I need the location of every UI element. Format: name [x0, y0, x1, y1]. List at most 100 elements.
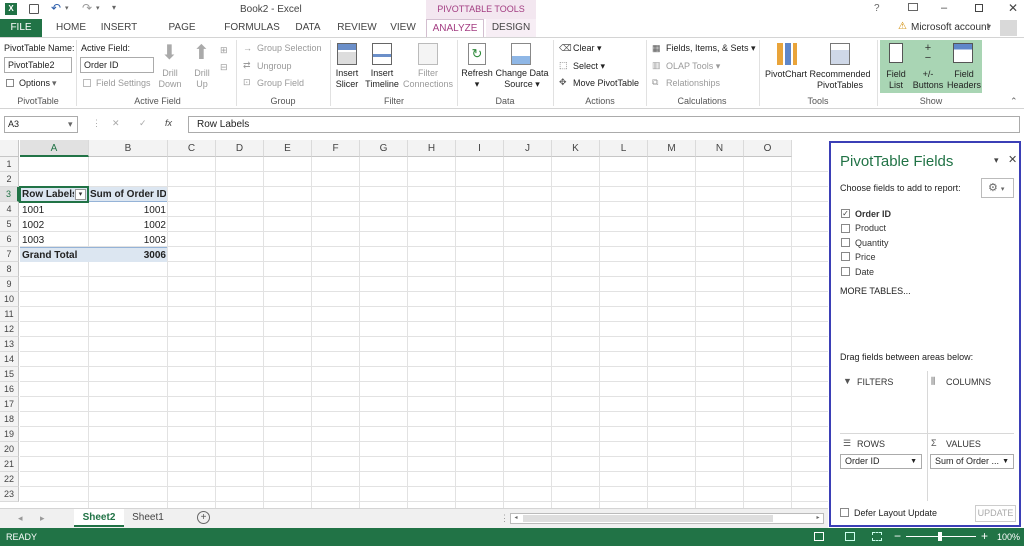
zoom-level[interactable]: 100% — [997, 532, 1020, 542]
row-header[interactable]: 3 — [0, 187, 19, 202]
more-tables-link[interactable]: MORE TABLES... — [840, 286, 911, 296]
close-icon[interactable]: ✕ — [1008, 1, 1018, 15]
help-icon[interactable]: ? — [874, 3, 880, 14]
row-header[interactable]: 17 — [0, 397, 19, 412]
select-all-corner[interactable] — [0, 140, 19, 157]
collapse-field-icon[interactable]: ⊟ — [220, 62, 228, 73]
pivot-row-label[interactable]: 1003 — [22, 233, 86, 248]
row-header[interactable]: 10 — [0, 292, 19, 307]
row-header[interactable]: 21 — [0, 457, 19, 472]
checkbox-icon[interactable] — [841, 223, 850, 233]
pivot-row-value[interactable]: 1003 — [90, 233, 166, 248]
drill-up-button[interactable]: Drill Up — [188, 68, 216, 90]
tab-page-layout[interactable]: PAGE LAYOUT — [148, 19, 216, 51]
tab-formulas[interactable]: FORMULAS — [222, 19, 282, 37]
normal-view-icon[interactable] — [814, 532, 824, 541]
row-header[interactable]: 9 — [0, 277, 19, 292]
column-header[interactable]: M — [648, 140, 696, 157]
row-header[interactable]: 18 — [0, 412, 19, 427]
panel-options-dropdown-icon[interactable]: ▾ — [994, 155, 999, 166]
cancel-icon[interactable]: ✕ — [112, 118, 120, 129]
tab-file[interactable]: FILE — [0, 19, 42, 37]
checkbox-icon[interactable] — [841, 237, 850, 247]
row-header[interactable]: 2 — [0, 172, 19, 187]
row-header[interactable]: 23 — [0, 487, 19, 502]
pivot-total-label[interactable]: Grand Total — [22, 248, 86, 263]
values-field-pill[interactable]: Sum of Order ... ▼ — [930, 454, 1014, 469]
update-button[interactable]: UPDATE — [975, 505, 1016, 522]
options-button[interactable]: Options — [19, 78, 50, 88]
row-header[interactable]: 20 — [0, 442, 19, 457]
pivot-header-row-labels[interactable]: Row Labels — [22, 187, 74, 202]
insert-function-icon[interactable]: fx — [165, 118, 172, 128]
zoom-in-icon[interactable]: + — [981, 529, 988, 543]
scroll-thumb[interactable] — [523, 515, 773, 522]
expand-field-icon[interactable]: ⊞ — [220, 45, 228, 56]
column-header[interactable]: O — [744, 140, 792, 157]
tab-data[interactable]: DATA — [290, 19, 326, 37]
scroll-right-icon[interactable]: ▸ — [813, 514, 823, 523]
change-data-source-button[interactable]: Change Data Source ▾ — [494, 68, 550, 90]
column-header[interactable]: B — [89, 140, 168, 157]
defer-layout-checkbox[interactable]: Defer Layout Update — [840, 508, 937, 518]
pivot-row-value[interactable]: 1002 — [90, 218, 166, 233]
field-item[interactable]: Product — [841, 222, 886, 235]
column-header[interactable]: J — [504, 140, 552, 157]
sheet-tab-sheet2[interactable]: Sheet2 — [74, 509, 124, 527]
undo-icon[interactable]: ↶ — [51, 1, 61, 15]
row-header[interactable]: 16 — [0, 382, 19, 397]
row-header[interactable]: 4 — [0, 202, 19, 217]
pivot-row-value[interactable]: 1001 — [90, 203, 166, 218]
name-box[interactable]: A3 — [4, 116, 78, 133]
field-item[interactable]: ✓ Order ID — [841, 208, 891, 221]
avatar[interactable] — [1000, 20, 1017, 36]
active-field-input[interactable]: Order ID — [80, 57, 154, 73]
select-button[interactable]: Select ▾ — [573, 61, 605, 72]
row-header[interactable]: 13 — [0, 337, 19, 352]
ribbon-display-icon[interactable] — [908, 3, 918, 11]
field-list-button[interactable]: Field List — [881, 69, 911, 91]
field-item[interactable]: Quantity — [841, 237, 889, 250]
row-header[interactable]: 14 — [0, 352, 19, 367]
collapse-ribbon-icon[interactable]: ⌃ — [1010, 96, 1018, 107]
pivotchart-button[interactable]: PivotChart — [762, 69, 810, 80]
drill-down-button[interactable]: Drill Down — [156, 68, 184, 90]
tab-analyze[interactable]: ANALYZE — [426, 19, 484, 37]
formula-input[interactable]: Row Labels — [188, 116, 1020, 133]
pivot-header-sum[interactable]: Sum of Order ID — [90, 187, 166, 202]
column-header[interactable]: F — [312, 140, 360, 157]
pivottable-name-field[interactable]: PivotTable2 — [4, 57, 72, 73]
split-handle-icon[interactable]: ⋮ — [500, 513, 509, 524]
customize-qat-icon[interactable]: ▾ — [112, 3, 116, 12]
tab-insert[interactable]: INSERT — [98, 19, 140, 37]
column-header[interactable]: L — [600, 140, 648, 157]
scroll-left-icon[interactable]: ◂ — [511, 514, 521, 523]
column-header[interactable]: D — [216, 140, 264, 157]
column-header[interactable]: N — [696, 140, 744, 157]
enter-icon[interactable]: ✓ — [139, 118, 147, 129]
pivot-row-label[interactable]: 1002 — [22, 218, 86, 233]
panel-close-icon[interactable]: ✕ — [1008, 153, 1017, 166]
column-header[interactable]: C — [168, 140, 216, 157]
field-item[interactable]: Price — [841, 251, 876, 264]
row-header[interactable]: 6 — [0, 232, 19, 247]
fields-items-sets-button[interactable]: Fields, Items, & Sets ▾ — [666, 43, 756, 54]
row-header[interactable]: 12 — [0, 322, 19, 337]
checkbox-icon[interactable] — [841, 266, 850, 276]
insert-timeline-button[interactable]: Insert Timeline — [364, 68, 400, 90]
defer-checkbox-icon[interactable] — [840, 508, 849, 518]
checkbox-checked-icon[interactable]: ✓ — [841, 209, 850, 219]
refresh-button[interactable]: Refresh ▾ — [461, 68, 493, 90]
olap-tools-button[interactable]: OLAP Tools ▾ — [666, 61, 720, 72]
move-pivottable-button[interactable]: Move PivotTable — [573, 78, 639, 88]
account-label[interactable]: Microsoft account — [911, 22, 989, 33]
column-header[interactable]: I — [456, 140, 504, 157]
page-layout-view-icon[interactable] — [845, 532, 855, 541]
row-header[interactable]: 11 — [0, 307, 19, 322]
row-header[interactable]: 7 — [0, 247, 19, 262]
column-header[interactable]: H — [408, 140, 456, 157]
horizontal-scrollbar[interactable]: ◂ ▸ — [510, 513, 824, 524]
row-header[interactable]: 19 — [0, 427, 19, 442]
pivot-total-value[interactable]: 3006 — [90, 248, 166, 263]
pivot-row-label[interactable]: 1001 — [22, 203, 86, 218]
